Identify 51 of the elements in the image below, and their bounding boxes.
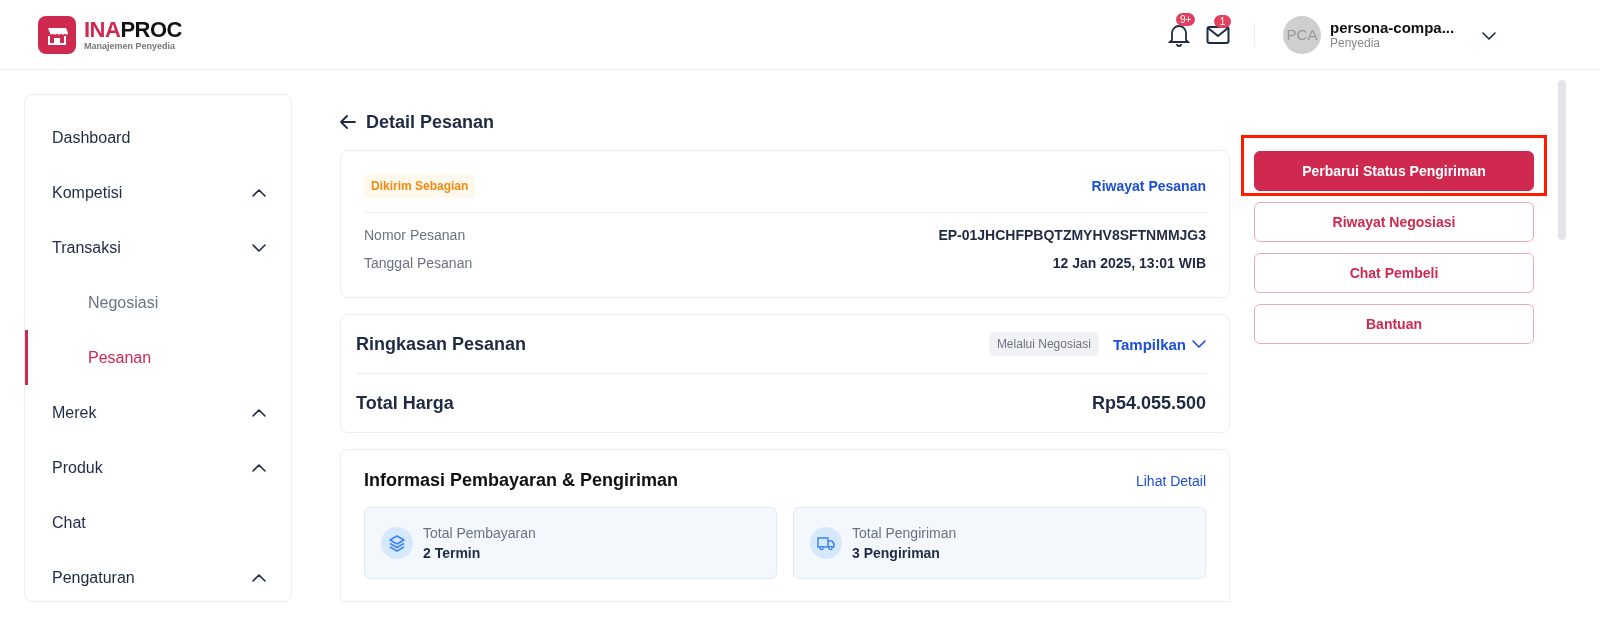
detail-link[interactable]: Lihat Detail: [1135, 472, 1206, 489]
chevron-icon: [252, 463, 266, 472]
envelope-icon[interactable]: [1206, 24, 1230, 45]
sidebar-item[interactable]: Merek: [25, 385, 291, 440]
user-name: persona-compa...: [1330, 19, 1456, 36]
sidebar-item[interactable]: Pengaturan: [25, 550, 291, 605]
page-title: Detail Pesanan: [366, 111, 495, 133]
store-logo-icon: [38, 15, 76, 54]
show-toggle[interactable]: Tampilkan: [1112, 335, 1206, 353]
sidebar-item[interactable]: Produk: [25, 440, 291, 495]
caret-icon: [1482, 31, 1496, 40]
sidebar-item[interactable]: Dashboard: [25, 110, 291, 165]
chevron-icon: [252, 243, 266, 252]
sidebar-item[interactable]: Chat: [25, 495, 291, 550]
message-badge: 1: [1214, 14, 1231, 28]
sidebar-subitem[interactable]: Pesanan: [25, 330, 291, 385]
sidebar-subitem[interactable]: Negosiasi: [25, 275, 291, 330]
negotiation-tag: Melalui Negosiasi: [988, 332, 1099, 356]
action-button[interactable]: Bantuan: [1254, 304, 1534, 344]
bell-icon[interactable]: [1168, 22, 1190, 47]
field-value: 12 Jan 2025, 13:01 WIB: [1052, 254, 1206, 273]
back-arrow-icon[interactable]: [340, 115, 356, 129]
sidebar-item[interactable]: Transaksi: [25, 220, 291, 275]
chevron-icon: [252, 573, 266, 582]
status-badge: Dikirim Sebagian: [364, 174, 476, 198]
total-value: Rp54.055.500: [1091, 392, 1206, 414]
section-title: Informasi Pembayaran & Pengiriman: [364, 470, 679, 491]
chevron-icon: [252, 188, 266, 197]
field-label: Nomor Pesanan: [364, 226, 466, 245]
total-label: Total Harga: [356, 392, 454, 414]
user-role: Penyedia: [1330, 36, 1382, 50]
chevron-icon: [252, 408, 266, 417]
summary-title: Ringkasan Pesanan: [356, 333, 527, 355]
tile-value: 2 Termin: [423, 545, 482, 561]
layers-icon: [381, 527, 413, 559]
order-history-link[interactable]: Riwayat Pesanan: [1091, 178, 1206, 194]
notification-badge: 9+: [1176, 12, 1196, 26]
brand-name: INAPROC: [84, 18, 182, 41]
sidebar-item[interactable]: Kompetisi: [25, 165, 291, 220]
action-button[interactable]: Riwayat Negosiasi: [1254, 202, 1534, 242]
tile-label: Total Pengiriman: [852, 525, 957, 541]
tile-value: 3 Pengiriman: [852, 545, 941, 561]
field-label: Tanggal Pesanan: [364, 254, 473, 273]
chevron-icon: [1192, 340, 1206, 348]
brand-subtitle: Manajemen Penyedia: [84, 40, 177, 51]
field-value: EP-01JHCHFPBQTZMYHV8SFTNMMJG3: [938, 226, 1206, 245]
action-button[interactable]: Chat Pembeli: [1254, 253, 1534, 293]
truck-icon: [810, 527, 842, 559]
tile-label: Total Pembayaran: [423, 525, 536, 541]
action-button[interactable]: Perbarui Status Pengiriman: [1254, 151, 1534, 191]
scrollbar[interactable]: [1558, 80, 1566, 240]
